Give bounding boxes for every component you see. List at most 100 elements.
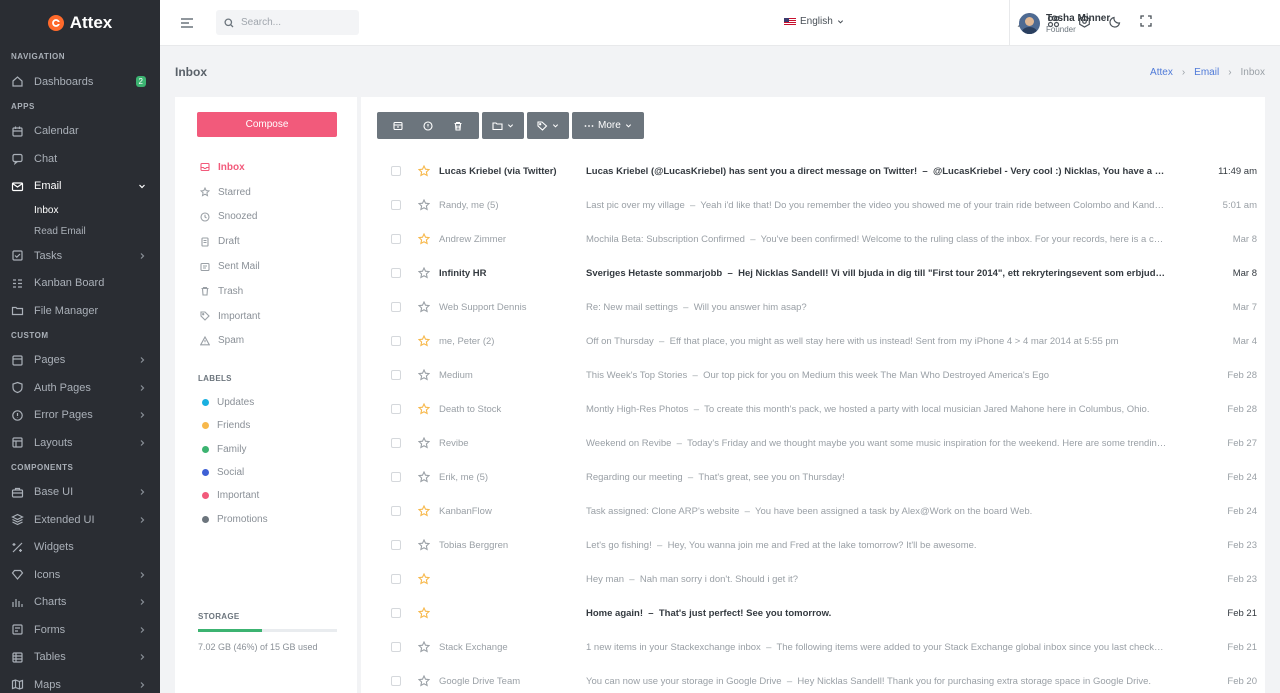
archive-button[interactable] xyxy=(383,112,413,139)
sidebar-subitem-read-email[interactable]: Read Email xyxy=(0,221,160,242)
star-icon[interactable] xyxy=(418,675,430,687)
mail-row[interactable]: Web Support Dennis Re: New mail settings … xyxy=(377,290,1257,324)
mail-row[interactable]: Infinity HR Sveriges Hetaste sommarjobb –… xyxy=(377,256,1257,290)
folder-trash[interactable]: Trash xyxy=(200,279,340,304)
sidebar-item-widgets[interactable]: Widgets xyxy=(0,534,160,562)
star-icon[interactable] xyxy=(418,369,430,381)
star-filled-icon[interactable] xyxy=(418,505,430,517)
sidebar-item-tasks[interactable]: Tasks xyxy=(0,242,160,270)
mail-checkbox[interactable] xyxy=(391,370,401,380)
sidebar-item-maps[interactable]: Maps xyxy=(0,671,160,693)
sidebar-item-dashboards[interactable]: Dashboards 2 xyxy=(0,68,160,96)
mail-row[interactable]: Revibe Weekend on Revibe – Today's Friday… xyxy=(377,426,1257,460)
mail-checkbox[interactable] xyxy=(391,608,401,618)
star-icon[interactable] xyxy=(418,641,430,653)
mail-row[interactable]: Randy, me (5) Last pic over my village – … xyxy=(377,188,1257,222)
mail-checkbox[interactable] xyxy=(391,268,401,278)
sidebar-item-tables[interactable]: Tables xyxy=(0,644,160,672)
sidebar-item-icons[interactable]: Icons xyxy=(0,561,160,589)
sidebar-subitem-inbox[interactable]: Inbox xyxy=(0,200,160,221)
label-important[interactable]: Important xyxy=(202,484,268,507)
star-filled-icon[interactable] xyxy=(418,573,430,585)
star-filled-icon[interactable] xyxy=(418,233,430,245)
star-icon[interactable] xyxy=(418,539,430,551)
mail-checkbox[interactable] xyxy=(391,438,401,448)
mail-row[interactable]: Andrew Zimmer Mochila Beta: Subscription … xyxy=(377,222,1257,256)
folder-spam[interactable]: Spam xyxy=(200,329,340,354)
fullscreen-icon[interactable] xyxy=(1140,15,1152,27)
star-filled-icon[interactable] xyxy=(418,607,430,619)
breadcrumb-email[interactable]: Email xyxy=(1194,67,1219,78)
sidebar-item-calendar[interactable]: Calendar xyxy=(0,118,160,146)
sidebar-item-forms[interactable]: Forms xyxy=(0,616,160,644)
mail-checkbox[interactable] xyxy=(391,200,401,210)
mail-row[interactable]: Tobias Berggren Let's go fishing! – Hey, … xyxy=(377,528,1257,562)
mail-row[interactable]: Erik, me (5) Regarding our meeting – That… xyxy=(377,460,1257,494)
breadcrumb-attex[interactable]: Attex xyxy=(1150,67,1173,78)
mail-row[interactable]: Lucas Kriebel (via Twitter) Lucas Kriebel… xyxy=(377,154,1257,188)
logo[interactable]: Attex xyxy=(0,0,160,46)
label-dropdown[interactable] xyxy=(527,112,569,139)
mail-checkbox[interactable] xyxy=(391,472,401,482)
menu-toggle-icon[interactable] xyxy=(180,17,194,29)
sidebar-item-auth-pages[interactable]: Auth Pages xyxy=(0,374,160,402)
mail-checkbox[interactable] xyxy=(391,642,401,652)
mail-row[interactable]: Hey man – Nah man sorry i don't. Should … xyxy=(377,562,1257,596)
mail-row[interactable]: Google Drive Team You can now use your st… xyxy=(377,664,1257,693)
mail-checkbox[interactable] xyxy=(391,336,401,346)
sidebar-item-layouts[interactable]: Layouts xyxy=(0,429,160,457)
label-promotions[interactable]: Promotions xyxy=(202,507,268,530)
folder-sent-mail[interactable]: Sent Mail xyxy=(200,254,340,279)
sidebar-item-charts[interactable]: Charts xyxy=(0,589,160,617)
mail-checkbox[interactable] xyxy=(391,166,401,176)
mail-row[interactable]: Home again! – That's just perfect! See y… xyxy=(377,596,1257,630)
sidebar-item-kanban[interactable]: Kanban Board xyxy=(0,270,160,298)
sidebar-item-chat[interactable]: Chat xyxy=(0,145,160,173)
mail-checkbox[interactable] xyxy=(391,404,401,414)
label-family[interactable]: Family xyxy=(202,438,268,461)
search-input[interactable] xyxy=(241,17,351,28)
mail-row[interactable]: Death to Stock Montly High-Res Photos – T… xyxy=(377,392,1257,426)
sidebar-item-file-manager[interactable]: File Manager xyxy=(0,297,160,325)
sidebar-item-error-pages[interactable]: Error Pages xyxy=(0,402,160,430)
folder-snoozed[interactable]: Snoozed xyxy=(200,205,340,230)
sidebar-item-base-ui[interactable]: Base UI xyxy=(0,479,160,507)
mail-date: Feb 23 xyxy=(1227,573,1257,585)
star-filled-icon[interactable] xyxy=(418,403,430,415)
more-dropdown[interactable]: More xyxy=(572,112,644,139)
mail-checkbox[interactable] xyxy=(391,234,401,244)
star-icon[interactable] xyxy=(418,301,430,313)
mail-row[interactable]: Stack Exchange 1 new items in your Stacke… xyxy=(377,630,1257,664)
folder-inbox[interactable]: Inbox xyxy=(200,155,340,180)
language-selector[interactable]: English xyxy=(784,16,844,27)
mail-checkbox[interactable] xyxy=(391,506,401,516)
compose-button[interactable]: Compose xyxy=(197,112,337,137)
mail-row[interactable]: KanbanFlow Task assigned: Clone ARP's web… xyxy=(377,494,1257,528)
folder-important[interactable]: Important xyxy=(200,304,340,329)
sidebar-item-email[interactable]: Email xyxy=(0,173,160,201)
star-filled-icon[interactable] xyxy=(418,165,430,177)
spam-button[interactable] xyxy=(413,112,443,139)
mail-row[interactable]: Medium This Week's Top Stories – Our top … xyxy=(377,358,1257,392)
sidebar-item-extended-ui[interactable]: Extended UI xyxy=(0,506,160,534)
diamond-icon xyxy=(11,568,24,581)
mail-checkbox[interactable] xyxy=(391,302,401,312)
user-menu[interactable]: Tosha Minner Founder xyxy=(1009,0,1120,46)
label-friends[interactable]: Friends xyxy=(202,414,268,437)
sidebar-item-pages[interactable]: Pages xyxy=(0,347,160,375)
delete-button[interactable] xyxy=(443,112,473,139)
mail-checkbox[interactable] xyxy=(391,540,401,550)
star-icon[interactable] xyxy=(418,437,430,449)
star-icon[interactable] xyxy=(418,267,430,279)
mail-row[interactable]: me, Peter (2) Off on Thursday – Eff that … xyxy=(377,324,1257,358)
star-icon[interactable] xyxy=(418,471,430,483)
star-icon[interactable] xyxy=(418,199,430,211)
label-social[interactable]: Social xyxy=(202,461,268,484)
star-filled-icon[interactable] xyxy=(418,335,430,347)
folder-starred[interactable]: Starred xyxy=(200,180,340,205)
label-updates[interactable]: Updates xyxy=(202,391,268,414)
mail-checkbox[interactable] xyxy=(391,574,401,584)
folder-draft[interactable]: Draft xyxy=(200,229,340,254)
mail-checkbox[interactable] xyxy=(391,676,401,686)
move-to-folder-dropdown[interactable] xyxy=(482,112,524,139)
